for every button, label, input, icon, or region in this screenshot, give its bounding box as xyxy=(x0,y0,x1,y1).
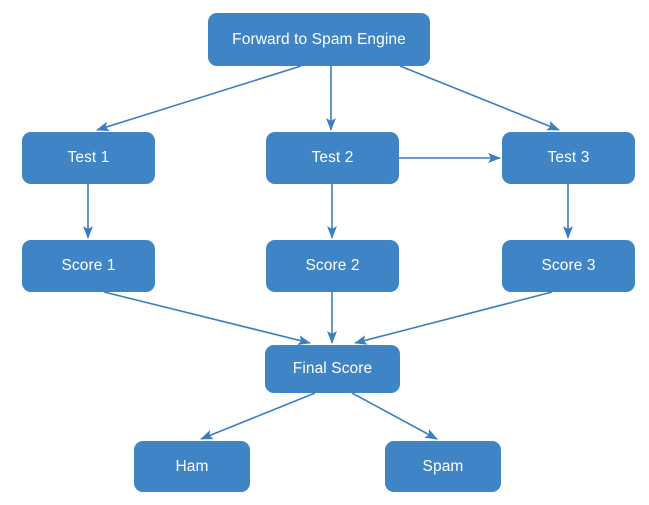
node-label-ham: Ham xyxy=(175,457,209,475)
node-ham[interactable]: Ham xyxy=(134,441,250,492)
node-finalscore[interactable]: Final Score xyxy=(265,345,400,393)
node-label-score3: Score 3 xyxy=(541,257,596,275)
node-test3[interactable]: Test 3 xyxy=(502,132,635,184)
edge-finalscore-to-ham xyxy=(200,392,316,440)
diagram-canvas: Forward to Spam Engine Test 1 Test 2 Test 3… xyxy=(0,0,649,505)
node-forward[interactable]: Forward to Spam Engine xyxy=(208,13,430,66)
node-label-forward: Forward to Spam Engine xyxy=(232,30,406,48)
node-label-spam: Spam xyxy=(422,457,464,475)
node-score1[interactable]: Score 1 xyxy=(22,240,155,292)
node-label-score2: Score 2 xyxy=(305,257,360,275)
node-label-test3: Test 3 xyxy=(547,149,590,167)
node-score3[interactable]: Score 3 xyxy=(502,240,635,292)
node-test1[interactable]: Test 1 xyxy=(22,132,155,184)
edge-score1-to-finalscore xyxy=(103,291,311,345)
edge-finalscore-to-spam xyxy=(351,392,438,440)
node-label-test2: Test 2 xyxy=(311,149,354,167)
edge-forward-to-test3 xyxy=(399,65,560,131)
node-label-score1: Score 1 xyxy=(61,257,116,275)
node-spam[interactable]: Spam xyxy=(385,441,501,492)
node-score2[interactable]: Score 2 xyxy=(266,240,399,292)
node-test2[interactable]: Test 2 xyxy=(266,132,399,184)
edge-score3-to-finalscore xyxy=(354,291,553,345)
edge-forward-to-test1 xyxy=(96,65,302,132)
node-label-test1: Test 1 xyxy=(67,149,110,167)
node-label-finalscore: Final Score xyxy=(292,360,373,378)
